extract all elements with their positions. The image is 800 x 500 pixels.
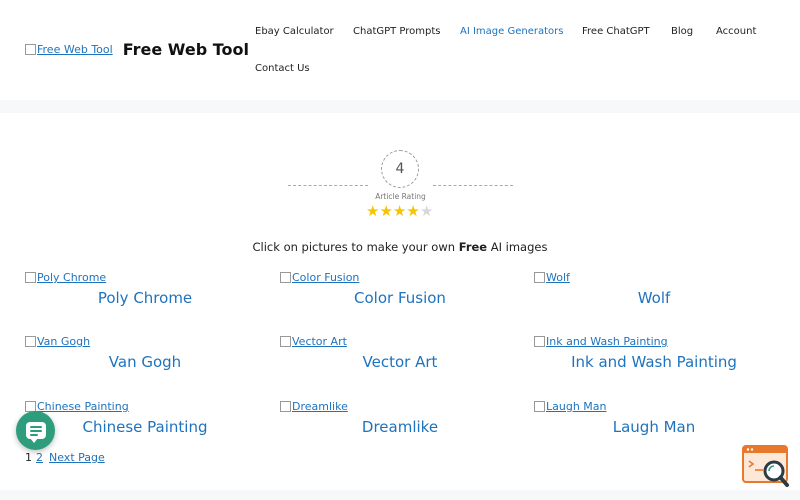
broken-image-icon bbox=[280, 336, 291, 347]
gallery-caption[interactable]: Chinese Painting bbox=[25, 418, 265, 436]
search-magnifier-icon[interactable] bbox=[741, 444, 791, 490]
intro-text-before: Click on pictures to make your own bbox=[252, 240, 459, 254]
star-icon[interactable]: ★ bbox=[393, 204, 406, 219]
broken-image-icon bbox=[534, 272, 545, 283]
gallery-item-color-fusion[interactable]: Color Fusion Color Fusion bbox=[280, 271, 520, 321]
gallery-item-wolf[interactable]: Wolf Wolf bbox=[534, 271, 774, 321]
site-header: Free Web Tool Free Web Tool Ebay Calcula… bbox=[0, 0, 800, 100]
gallery-item-vector-art[interactable]: Vector Art Vector Art bbox=[280, 335, 520, 385]
gallery-image[interactable]: Poly Chrome bbox=[25, 271, 106, 284]
gallery-image[interactable]: Laugh Man bbox=[534, 400, 607, 413]
gallery-image[interactable]: Wolf bbox=[534, 271, 570, 284]
gallery-caption[interactable]: Ink and Wash Painting bbox=[534, 353, 774, 371]
nav-item-ai-image-generators[interactable]: AI Image Generators bbox=[460, 26, 563, 37]
site-title[interactable]: Free Web Tool bbox=[123, 40, 249, 59]
gallery-image-alt: Laugh Man bbox=[546, 400, 607, 413]
nav-item-ebay-calculator[interactable]: Ebay Calculator bbox=[255, 26, 334, 37]
gallery-caption[interactable]: Dreamlike bbox=[280, 418, 520, 436]
brand[interactable]: Free Web Tool Free Web Tool bbox=[25, 40, 249, 59]
gallery-image[interactable]: Color Fusion bbox=[280, 271, 359, 284]
gallery-image[interactable]: Ink and Wash Painting bbox=[534, 335, 668, 348]
pagination-page-2[interactable]: 2 bbox=[36, 451, 43, 464]
gallery-image[interactable]: Dreamlike bbox=[280, 400, 348, 413]
gallery-item-poly-chrome[interactable]: Poly Chrome Poly Chrome bbox=[25, 271, 265, 321]
logo-alt-text: Free Web Tool bbox=[37, 43, 113, 56]
intro-text-bold: Free bbox=[458, 240, 488, 254]
broken-image-icon bbox=[534, 401, 545, 412]
gallery-image-alt: Color Fusion bbox=[292, 271, 360, 284]
broken-image-icon bbox=[25, 44, 36, 55]
chat-button[interactable] bbox=[16, 411, 55, 450]
nav-item-contact-us[interactable]: Contact Us bbox=[255, 63, 310, 74]
gallery-image[interactable]: Vector Art bbox=[280, 335, 347, 348]
nav-item-free-chatgpt[interactable]: Free ChatGPT bbox=[582, 26, 650, 37]
article-rating: 4 Article Rating ★ ★ ★ ★ ★ bbox=[288, 150, 513, 220]
star-icon[interactable]: ★ bbox=[366, 204, 379, 219]
broken-image-icon bbox=[534, 336, 545, 347]
gallery-item-laugh-man[interactable]: Laugh Man Laugh Man bbox=[534, 400, 774, 450]
footer-strip bbox=[0, 490, 800, 500]
broken-image-icon bbox=[25, 336, 36, 347]
gallery-caption[interactable]: Vector Art bbox=[280, 353, 520, 371]
rating-value: 4 bbox=[381, 150, 419, 188]
pagination-current: 1 bbox=[25, 451, 32, 464]
gallery-caption[interactable]: Van Gogh bbox=[25, 353, 265, 371]
rating-stars[interactable]: ★ ★ ★ ★ ★ bbox=[366, 204, 433, 219]
gallery-image-alt: Ink and Wash Painting bbox=[546, 335, 668, 348]
chat-line bbox=[29, 430, 42, 432]
chat-bubble-icon bbox=[25, 422, 46, 443]
gallery-item-chinese-painting[interactable]: Chinese Painting Chinese Painting bbox=[25, 400, 265, 450]
gallery-caption[interactable]: Color Fusion bbox=[280, 289, 520, 307]
rating-line-right bbox=[433, 185, 513, 186]
gallery-image-alt: Dreamlike bbox=[292, 400, 348, 413]
header-divider bbox=[0, 100, 800, 113]
gallery-image-alt: Poly Chrome bbox=[37, 271, 107, 284]
gallery-image[interactable]: Van Gogh bbox=[25, 335, 90, 348]
logo-image[interactable]: Free Web Tool bbox=[25, 43, 113, 56]
chat-line bbox=[29, 426, 42, 428]
rating-label: Article Rating bbox=[375, 192, 426, 201]
gallery-item-dreamlike[interactable]: Dreamlike Dreamlike bbox=[280, 400, 520, 450]
gallery-caption[interactable]: Poly Chrome bbox=[25, 289, 265, 307]
gallery-image-alt: Vector Art bbox=[292, 335, 347, 348]
nav-item-blog[interactable]: Blog bbox=[671, 26, 693, 37]
chat-line bbox=[29, 434, 38, 436]
star-empty-icon[interactable]: ★ bbox=[420, 204, 433, 219]
gallery-image-alt: Van Gogh bbox=[37, 335, 91, 348]
nav-item-chatgpt-prompts[interactable]: ChatGPT Prompts bbox=[353, 26, 441, 37]
broken-image-icon bbox=[25, 272, 36, 283]
intro-text-after: AI images bbox=[487, 240, 548, 254]
gallery-image-alt: Chinese Painting bbox=[37, 400, 129, 413]
intro-text: Click on pictures to make your own Free … bbox=[0, 240, 800, 254]
gallery-caption[interactable]: Wolf bbox=[534, 289, 774, 307]
gallery-item-van-gogh[interactable]: Van Gogh Van Gogh bbox=[25, 335, 265, 385]
broken-image-icon bbox=[280, 272, 291, 283]
star-icon[interactable]: ★ bbox=[406, 204, 419, 219]
star-icon[interactable]: ★ bbox=[379, 204, 392, 219]
gallery-image-alt: Wolf bbox=[546, 271, 570, 284]
pagination-next-page[interactable]: Next Page bbox=[49, 451, 105, 464]
gallery-caption[interactable]: Laugh Man bbox=[534, 418, 774, 436]
rating-line-left bbox=[288, 185, 368, 186]
broken-image-icon bbox=[280, 401, 291, 412]
nav-item-account[interactable]: Account bbox=[716, 26, 756, 37]
gallery-item-ink-and-wash-painting[interactable]: Ink and Wash Painting Ink and Wash Paint… bbox=[534, 335, 774, 385]
pagination: 1 2 Next Page bbox=[25, 451, 111, 464]
